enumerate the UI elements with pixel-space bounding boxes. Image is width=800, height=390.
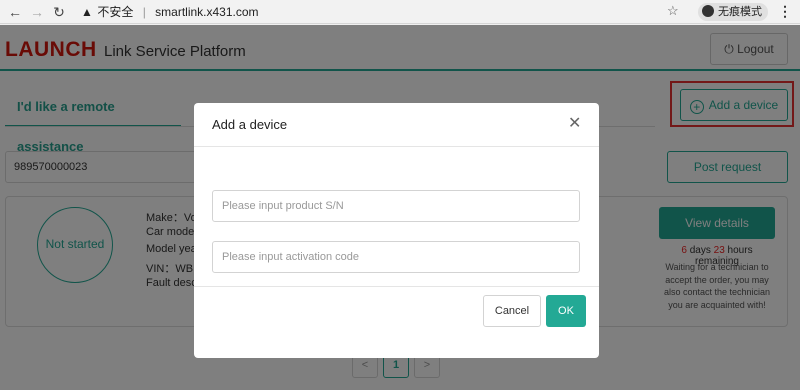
bookmark-star-icon[interactable]: ☆ <box>667 3 679 19</box>
incognito-label: 无痕模式 <box>718 6 762 18</box>
product-sn-field[interactable] <box>212 190 580 222</box>
ok-button[interactable]: OK <box>546 295 586 327</box>
address-bar[interactable]: ▲ 不安全 | smartlink.x431.com <box>80 2 690 22</box>
browser-toolbar: ← → ↻ ▲ 不安全 | smartlink.x431.com ☆ 无痕模式 … <box>0 0 800 24</box>
modal-title: Add a device <box>212 117 288 132</box>
add-device-modal: Add a device ✕ Cancel OK <box>194 103 599 358</box>
activation-code-input[interactable] <box>213 242 579 272</box>
url-text: smartlink.x431.com <box>155 5 259 19</box>
close-icon[interactable]: ✕ <box>568 113 581 133</box>
cancel-button[interactable]: Cancel <box>483 295 541 327</box>
forward-arrow-icon[interactable]: → <box>28 3 46 21</box>
modal-divider <box>194 146 599 147</box>
incognito-icon <box>702 5 714 17</box>
back-arrow-icon[interactable]: ← <box>6 3 24 21</box>
address-separator: | <box>142 5 146 19</box>
page: LAUNCH Link Service Platform ⏻ Logout I'… <box>0 25 800 390</box>
incognito-badge[interactable]: 无痕模式 <box>698 3 768 21</box>
browser-menu-icon[interactable]: ⋮ <box>778 3 792 20</box>
product-sn-input[interactable] <box>213 191 579 221</box>
warning-icon: ▲ <box>81 5 93 19</box>
activation-code-field[interactable] <box>212 241 580 273</box>
security-status: 不安全 <box>97 5 134 19</box>
reload-icon[interactable]: ↻ <box>50 3 68 21</box>
modal-footer-divider <box>194 286 599 287</box>
